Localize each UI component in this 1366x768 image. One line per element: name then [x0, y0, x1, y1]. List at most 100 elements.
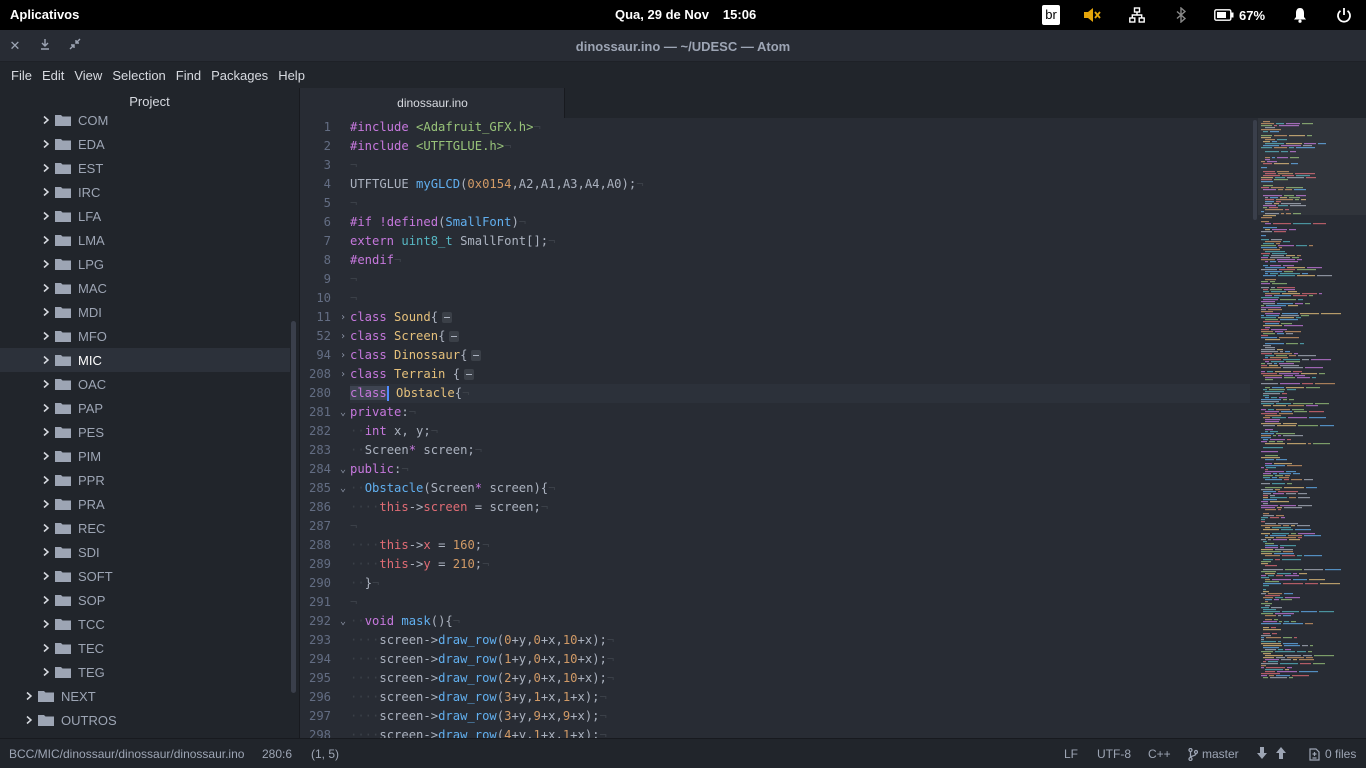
code-line[interactable]: ····this->x = 160;¬	[350, 536, 1250, 555]
minimap-viewport[interactable]	[1258, 118, 1366, 215]
tree-item-ppr[interactable]: PPR	[0, 468, 290, 492]
keyboard-layout-indicator[interactable]: br	[1041, 5, 1061, 25]
fold-toggle-icon[interactable]: ⌄	[340, 612, 346, 631]
notification-bell-icon[interactable]	[1291, 5, 1309, 25]
applications-menu[interactable]: Aplicativos	[10, 7, 79, 22]
code-line[interactable]: ¬	[350, 289, 1250, 308]
menu-file[interactable]: File	[6, 68, 37, 83]
tree-item-soft[interactable]: SOFT	[0, 564, 290, 588]
tree-item-tcc[interactable]: TCC	[0, 612, 290, 636]
code-line[interactable]: #include <Adafruit_GFX.h>¬	[350, 118, 1250, 137]
menu-edit[interactable]: Edit	[37, 68, 69, 83]
code-line[interactable]: ¬	[350, 194, 1250, 213]
code-line[interactable]: class Screen{	[350, 327, 1250, 346]
tree-item-pap[interactable]: PAP	[0, 396, 290, 420]
tree-item-pim[interactable]: PIM	[0, 444, 290, 468]
code-line[interactable]: ¬	[350, 593, 1250, 612]
code-line[interactable]: class Obstacle{¬	[350, 384, 1250, 403]
tree-item-sdi[interactable]: SDI	[0, 540, 290, 564]
clock[interactable]: Qua, 29 de Nov 15:06	[615, 7, 770, 22]
fold-toggle-icon[interactable]: ⌄	[340, 460, 346, 479]
bluetooth-icon[interactable]	[1172, 5, 1190, 25]
code-line[interactable]: public:¬	[350, 460, 1250, 479]
code-line[interactable]: ····screen->draw_row(0+y,0+x,10+x);¬	[350, 631, 1250, 650]
tree-item-next[interactable]: NEXT	[0, 684, 290, 708]
file-path[interactable]: BCC/MIC/dinossaur/dinossaur/dinossaur.in…	[9, 747, 244, 761]
code-line[interactable]: #if !defined(SmallFont)¬	[350, 213, 1250, 232]
code-line[interactable]: ··}¬	[350, 574, 1250, 593]
grammar[interactable]: C++	[1148, 747, 1171, 761]
tree-item-rec[interactable]: REC	[0, 516, 290, 540]
tree-item-mac[interactable]: MAC	[0, 276, 290, 300]
code-line[interactable]: ····screen->draw_row(2+y,0+x,10+x);¬	[350, 669, 1250, 688]
tree-item-outros[interactable]: OUTROS	[0, 708, 290, 732]
tree-scrollbar[interactable]	[291, 321, 296, 693]
code-line[interactable]: ····screen->draw_row(3+y,1+x,1+x);¬	[350, 688, 1250, 707]
code-line[interactable]: ··int x, y;¬	[350, 422, 1250, 441]
menu-view[interactable]: View	[69, 68, 107, 83]
code-line[interactable]: ····screen->draw_row(1+y,0+x,10+x);¬	[350, 650, 1250, 669]
tree-item-sop[interactable]: SOP	[0, 588, 290, 612]
tree-item-lfa[interactable]: LFA	[0, 204, 290, 228]
code-line[interactable]: ····screen->draw_row(4+y,1+x,1+x);¬	[350, 726, 1250, 738]
code-line[interactable]: UTFTGLUE myGLCD(0x0154,A2,A1,A3,A4,A0);¬	[350, 175, 1250, 194]
battery-indicator[interactable]: 67%	[1214, 5, 1274, 25]
code-line[interactable]: #include <UTFTGLUE.h>¬	[350, 137, 1250, 156]
tree-item-eda[interactable]: EDA	[0, 132, 290, 156]
tree-item-irc[interactable]: IRC	[0, 180, 290, 204]
muted-speaker-icon[interactable]	[1082, 5, 1102, 25]
tree-item-teg[interactable]: TEG	[0, 660, 290, 684]
menu-selection[interactable]: Selection	[107, 68, 170, 83]
code-line[interactable]: class Sound{	[350, 308, 1250, 327]
tree-item-pes[interactable]: PES	[0, 420, 290, 444]
fold-toggle-icon[interactable]: ›	[340, 308, 346, 327]
menu-find[interactable]: Find	[171, 68, 206, 83]
tree-item-tec[interactable]: TEC	[0, 636, 290, 660]
tree-item-mic[interactable]: MIC	[0, 348, 290, 372]
fold-toggle-icon[interactable]: ›	[340, 346, 346, 365]
tree-item-pra[interactable]: PRA	[0, 492, 290, 516]
fold-toggle-icon[interactable]: ⌄	[340, 403, 346, 422]
code-line[interactable]: ····screen->draw_row(3+y,9+x,9+x);¬	[350, 707, 1250, 726]
menu-help[interactable]: Help	[273, 68, 310, 83]
window-title-bar[interactable]: ✕ dinossaur.ino — ~/UDESC — Atom	[0, 30, 1366, 62]
tree-item-lpg[interactable]: LPG	[0, 252, 290, 276]
git-pull-icon[interactable]	[1257, 747, 1267, 759]
code-line[interactable]: private:¬	[350, 403, 1250, 422]
tab-dinossaur-ino[interactable]: dinossaur.ino	[301, 88, 565, 118]
tree-item-com[interactable]: COM	[0, 108, 290, 132]
code-line[interactable]: ¬	[350, 156, 1250, 175]
code-line[interactable]: ··Screen* screen;¬	[350, 441, 1250, 460]
selection-count[interactable]: (1, 5)	[311, 747, 339, 761]
tree-item-est[interactable]: EST	[0, 156, 290, 180]
encoding[interactable]: UTF-8	[1097, 747, 1131, 761]
fold-toggle-icon[interactable]: ›	[340, 327, 346, 346]
cursor-position[interactable]: 280:6	[262, 747, 292, 761]
menu-packages[interactable]: Packages	[206, 68, 273, 83]
tree-item-mdi[interactable]: MDI	[0, 300, 290, 324]
network-icon[interactable]	[1127, 5, 1147, 25]
code-line[interactable]: ····this->screen = screen;¬	[350, 498, 1250, 517]
fold-toggle-icon[interactable]: ⌄	[340, 479, 346, 498]
line-number-gutter[interactable]: 1 2 3 4 5 6 7 8 9 10 11 › 52 › 94 › 208 › 280 281 ⌄ 282 283 284…	[301, 118, 349, 738]
git-branch[interactable]: master	[1188, 747, 1239, 761]
code-line[interactable]: class Dinossaur{	[350, 346, 1250, 365]
code-line[interactable]: ··void mask(){¬	[350, 612, 1250, 631]
code-line[interactable]: #endif¬	[350, 251, 1250, 270]
github-files[interactable]: 0 files	[1309, 747, 1356, 761]
git-push-icon[interactable]	[1276, 747, 1286, 759]
fold-toggle-icon[interactable]: ›	[340, 365, 346, 384]
code-area[interactable]: #include <Adafruit_GFX.h>¬ #include <UTFT…	[350, 118, 1250, 738]
code-line[interactable]: ··Obstacle(Screen* screen){¬	[350, 479, 1250, 498]
code-line[interactable]: ····this->y = 210;¬	[350, 555, 1250, 574]
minimap[interactable]	[1251, 118, 1366, 738]
power-icon[interactable]	[1335, 5, 1353, 25]
line-ending[interactable]: LF	[1064, 747, 1078, 761]
code-line[interactable]: extern uint8_t SmallFont[];¬	[350, 232, 1250, 251]
code-line[interactable]: ¬	[350, 270, 1250, 289]
tree-item-lma[interactable]: LMA	[0, 228, 290, 252]
code-line[interactable]: class Terrain {	[350, 365, 1250, 384]
code-line[interactable]: ¬	[350, 517, 1250, 536]
tree-item-oac[interactable]: OAC	[0, 372, 290, 396]
editor-scrollbar[interactable]	[1253, 120, 1257, 220]
